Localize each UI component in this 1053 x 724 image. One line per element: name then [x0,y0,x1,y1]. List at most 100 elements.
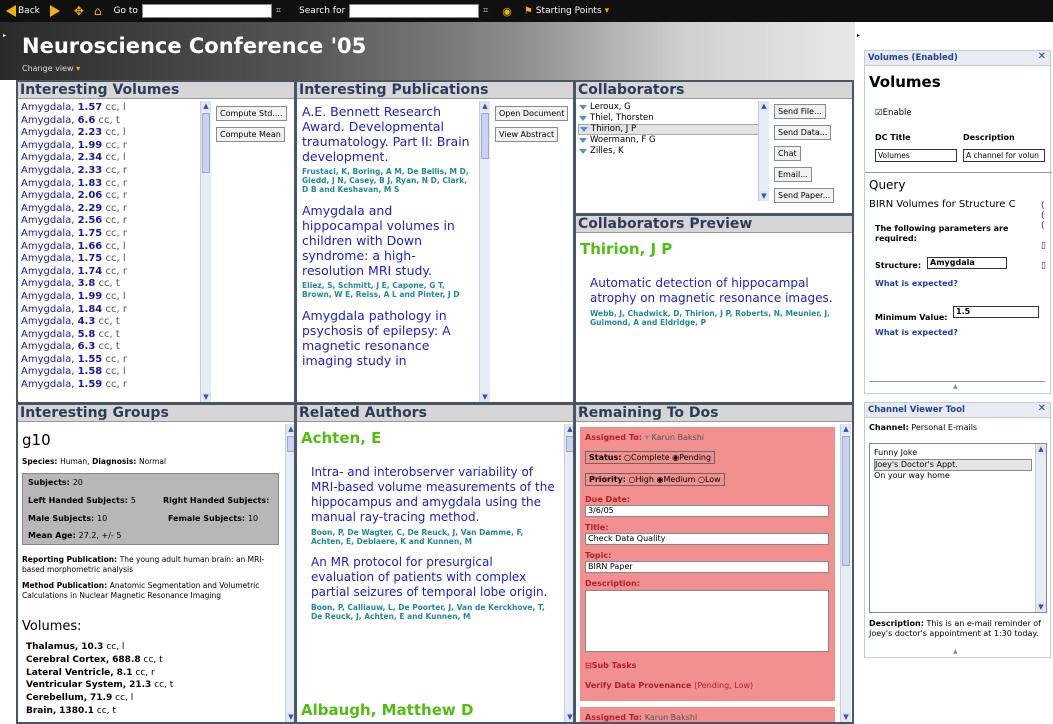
collaborator-item[interactable]: Woermann, F G [578,135,768,146]
publication-authors[interactable]: Frustaci, K, Boring, A M, De Bellis, M D… [302,167,474,194]
volume-item[interactable]: Amygdala, 2.23 cc, l [21,127,127,140]
publication-authors[interactable]: Boon, P, De Wagter, C, De Reuck, J, Van … [311,528,557,546]
close-icon[interactable]: ✕ [1038,51,1046,62]
topic-field[interactable]: BIRN Paper [585,561,829,573]
publication-item[interactable]: A.E. Bennett Research Award. Development… [302,104,474,194]
todos-scrollbar[interactable]: ▲ ▼ [840,424,851,722]
publication-list-scrollbar[interactable]: ▲ ▼ [479,101,490,402]
scroll-down-icon[interactable]: ▼ [759,191,769,201]
help-icon[interactable]: ◉ [502,5,512,18]
scroll-down-icon[interactable]: ▼ [1036,602,1046,612]
change-view-menu[interactable]: Change view ▾ [22,64,80,73]
volume-item[interactable]: Amygdala, 1.99 cc, r [21,140,127,153]
collaborator-scrollbar[interactable]: ▲ ▼ [758,101,769,201]
volume-list[interactable]: Amygdala, 1.57 cc, l Amygdala, 6.6 cc, tA… [21,102,127,392]
publication-title[interactable]: Automatic detection of hippocampal atrop… [590,276,840,306]
back-button[interactable]: Back [6,5,40,17]
radio-complete[interactable]: ○ [624,453,631,462]
what-expected-link[interactable]: What is expected? [875,279,958,288]
description-field[interactable]: A channel for volun [963,149,1045,162]
subtasks-toggle[interactable]: ⊟Sub Tasks [585,661,636,670]
collaborator-item-selected[interactable]: Thirion, J P [578,124,768,135]
title-field[interactable]: Check Data Quality [585,533,829,545]
open-document-button[interactable]: Open Document [495,106,569,121]
chat-button[interactable]: Chat [774,146,801,161]
publication-item[interactable]: An MR protocol for presurgical evaluatio… [311,555,557,621]
volume-item[interactable]: Amygdala, 1.99 cc, l [21,291,127,304]
publication-authors[interactable]: Webb, J, Chadwick, D, Thirion, J P, Robe… [590,309,840,327]
volume-item[interactable]: Amygdala, 1.55 cc, r [21,354,127,367]
scroll-thumb[interactable] [202,113,210,173]
enable-checkbox[interactable]: ☑Enable [875,108,912,118]
volume-item[interactable]: Amygdala, 1.58 cc, l [21,366,127,379]
channel-item[interactable]: Funny Joke [874,448,1032,459]
collaborator-list[interactable]: Leroux, G Thiel, Thorsten Thirion, J P W… [578,102,768,157]
forward-arrow-icon[interactable] [49,5,60,17]
volume-item[interactable]: Amygdala, 6.3 cc, t [21,341,127,354]
volume-item[interactable]: Amygdala, 1.57 cc, l [21,102,127,115]
publication-title[interactable]: Amygdala pathology in psychosis of epile… [302,308,474,368]
home-icon[interactable]: ⌂ [94,4,102,18]
refresh-icon[interactable]: ✥ [74,4,84,18]
volume-list-scrollbar[interactable]: ▲ ▼ [200,101,211,402]
compute-mean-button[interactable]: Compute Mean [216,127,285,142]
scroll-down-icon[interactable]: ▼ [841,712,851,722]
channel-item[interactable]: On your way home [874,471,1032,482]
publication-title[interactable]: An MR protocol for presurgical evaluatio… [311,555,557,600]
email-button[interactable]: Email... [774,167,812,182]
publication-title[interactable]: Intra- and interobserver variability of … [311,465,557,525]
send-paper-button[interactable]: Send Paper... [774,188,835,203]
scroll-up-icon[interactable]: ▲ [480,101,490,111]
preview-publication[interactable]: Automatic detection of hippocampal atrop… [590,276,840,336]
radio-high[interactable]: ○ [629,475,636,484]
publication-authors[interactable]: Eliez, S, Schmitt, J E, Capone, G T, Bro… [302,281,474,299]
author-publications[interactable]: Intra- and interobserver variability of … [311,465,557,630]
collaborator-item[interactable]: Leroux, G [578,102,768,113]
structure-field[interactable]: Amygdala [927,257,1007,269]
resize-handle-icon[interactable]: ▲ [953,383,958,390]
publication-item[interactable]: Amygdala pathology in psychosis of epile… [302,308,474,368]
publication-title[interactable]: Amygdala and hippocampal volumes in chil… [302,203,474,278]
assigned-value[interactable]: Karun Bakshi [645,713,697,722]
radio-low[interactable]: ○ [698,475,705,484]
dc-title-field[interactable]: Volumes [875,149,957,162]
volume-item[interactable]: Amygdala, 1.66 cc, l [21,241,127,254]
channel-list-scrollbar[interactable]: ▲ ▼ [1035,444,1046,612]
resize-handle-icon[interactable]: ▲ [953,648,958,655]
volume-item[interactable]: Amygdala, 1.84 cc, r [21,304,127,317]
collapse-left-icon[interactable]: ▸ [3,32,6,39]
volume-item[interactable]: Amygdala, 2.56 cc, r [21,215,127,228]
collaborator-item[interactable]: Thiel, Thorsten [578,113,768,124]
volume-item[interactable]: Amygdala, 5.8 cc, t [21,329,127,342]
scroll-up-icon[interactable]: ▲ [841,424,851,434]
scroll-down-icon[interactable]: ▼ [201,392,211,402]
volume-item[interactable]: Amygdala, 2.29 cc, r [21,203,127,216]
assigned-value[interactable]: Karun Bakshi [652,433,704,442]
scroll-down-icon[interactable]: ▼ [480,392,490,402]
channel-item-selected[interactable]: Joey's Doctor's Appt. [874,458,1032,471]
scroll-thumb[interactable] [481,113,489,159]
subtask-item[interactable]: Verify Data Provenance (Pending, Low) [585,681,753,690]
volume-item[interactable]: Amygdala, 1.75 cc, l [21,253,127,266]
scroll-up-icon[interactable]: ▲ [759,101,769,111]
channel-value[interactable]: Personal E-mails [911,423,977,432]
volume-item[interactable]: Amygdala, 6.6 cc, t [21,115,127,128]
author-name[interactable]: Albaugh, Matthew D [301,701,473,719]
send-file-button[interactable]: Send File... [774,104,826,119]
volume-item[interactable]: Amygdala, 1.74 cc, r [21,266,127,279]
compute-std-button[interactable]: Compute Std.... [216,106,287,121]
channel-item-list[interactable]: Funny Joke Joey's Doctor's Appt. On your… [869,443,1047,613]
volume-item[interactable]: Amygdala, 1.59 cc, r [21,379,127,392]
view-abstract-button[interactable]: View Abstract [495,127,559,142]
scroll-up-icon[interactable]: ▲ [201,101,211,111]
collaborator-item[interactable]: Zilles, K [578,146,768,157]
starting-points-menu[interactable]: Starting Points ▾ [536,6,609,16]
volume-item[interactable]: Amygdala, 2.06 cc, r [21,190,127,203]
author-name[interactable]: Achten, E [301,429,381,447]
scroll-thumb[interactable] [566,436,573,452]
minimum-value-field[interactable]: 1.5 [953,306,1039,318]
volume-item[interactable]: Amygdala, 2.34 cc, l [21,152,127,165]
collapse-right-icon[interactable]: ▸ [857,32,860,39]
publication-item[interactable]: Amygdala and hippocampal volumes in chil… [302,203,474,299]
volume-item[interactable]: Amygdala, 1.83 cc, r [21,178,127,191]
